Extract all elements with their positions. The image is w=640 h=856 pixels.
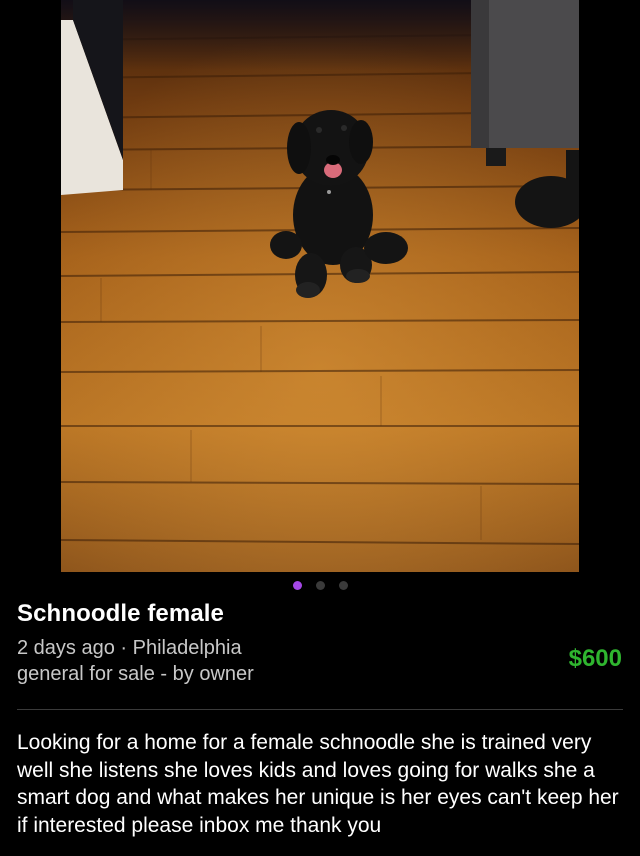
dog-on-floor-image (61, 0, 579, 572)
listing-price: $600 (568, 645, 622, 672)
pagination-dot-3[interactable] (338, 581, 348, 590)
pagination-dot-1[interactable] (292, 581, 302, 590)
listing-meta: 2 days ago · Philadelphia general for sa… (17, 635, 254, 687)
listing-title: Schnoodle female (17, 600, 224, 627)
listing-description: Looking for a home for a female schnoodl… (17, 731, 619, 837)
pagination-dot-2[interactable] (315, 581, 325, 590)
gallery-pagination (0, 580, 640, 592)
section-divider (17, 709, 623, 710)
posted-info: 2 days ago · Philadelphia (17, 637, 242, 659)
listing-photo[interactable] (61, 0, 579, 572)
listing-category: general for sale - by owner (17, 663, 254, 685)
